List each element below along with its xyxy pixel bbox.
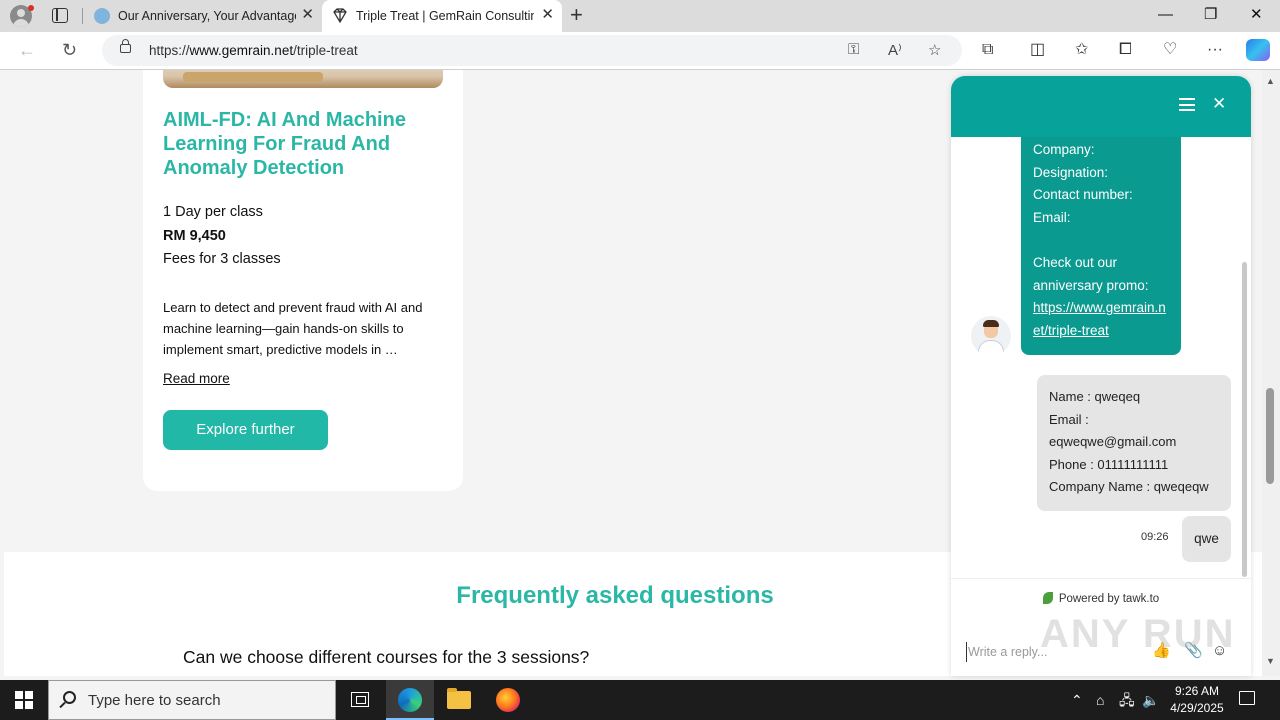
chat-header: ✕	[951, 76, 1251, 137]
agent-message-line: Designation:	[1033, 164, 1109, 180]
user-message-line: eqweqwe@gmail.com	[1049, 434, 1177, 450]
task-view-icon[interactable]	[351, 692, 369, 707]
windows-taskbar: Type here to search ⌃ ⌂ 🖧 🔈 9:26 AM 4/29…	[0, 680, 1280, 720]
promo-link[interactable]: https://www.gemrain.net/triple-treat	[1033, 297, 1169, 342]
course-price: RM 9,450	[163, 228, 226, 244]
agent-message-spacer	[1033, 229, 1169, 252]
tab-separator	[82, 8, 83, 24]
clock-time: 9:26 AM	[1174, 684, 1220, 698]
edge-taskbar-icon[interactable]	[386, 680, 434, 720]
refresh-icon[interactable]: ↻	[62, 40, 77, 60]
key-icon[interactable]: ⚿	[848, 41, 859, 58]
user-message-line: Email :	[1049, 411, 1089, 427]
performance-icon[interactable]: ♡	[1163, 41, 1177, 59]
tab-title: Our Anniversary, Your Advantage	[118, 9, 296, 23]
message-time: 09:26	[1141, 531, 1169, 543]
explore-further-button[interactable]: Explore further	[163, 410, 328, 450]
course-card: AIML-FD: AI And Machine Learning For Fra…	[143, 70, 463, 491]
taskbar-clock[interactable]: 9:26 AM 4/29/2025	[1160, 683, 1234, 717]
back-icon[interactable]: ←	[18, 40, 36, 60]
url-text[interactable]: https://www.gemrain.net/triple-treat	[149, 43, 358, 58]
scroll-up-icon[interactable]: ▲	[1266, 76, 1275, 86]
tray-chevron-icon[interactable]: ⌃	[1071, 690, 1083, 710]
network-icon[interactable]: 🖧	[1119, 690, 1135, 710]
read-more-link[interactable]: Read more	[163, 371, 230, 386]
profile-notification-dot	[28, 5, 34, 11]
taskbar-search-placeholder: Type here to search	[88, 692, 221, 709]
more-menu-icon[interactable]: ···	[1207, 41, 1223, 59]
browser-tab-bar: Our Anniversary, Your Advantage ✕ Triple…	[0, 0, 1280, 32]
user-details-message: Name : qweqeq Email : eqweqwe@gmail.com …	[1037, 375, 1231, 511]
watermark-logo: ANY RUN	[1040, 612, 1236, 656]
scroll-down-icon[interactable]: ▼	[1266, 656, 1275, 666]
tab-triple-treat[interactable]: Triple Treat | GemRain Consulting ✕	[322, 0, 562, 32]
collections-icon[interactable]: ⧠	[1119, 41, 1132, 59]
chat-widget: ✕ Company: Designation: Contact number: …	[951, 76, 1251, 676]
firefox-icon[interactable]	[484, 680, 532, 720]
minimize-icon[interactable]: —	[1158, 4, 1173, 26]
new-tab-icon[interactable]: +	[570, 4, 583, 26]
tab-title: Triple Treat | GemRain Consulting	[356, 9, 534, 23]
favorite-star-icon[interactable]: ☆	[928, 41, 941, 59]
tab-actions-icon[interactable]	[52, 8, 68, 23]
address-toolbar: ← ↻ https://www.gemrain.net/triple-treat…	[0, 32, 1280, 70]
restore-icon[interactable]: ❐	[1204, 4, 1217, 26]
extensions-icon[interactable]: ⧉	[982, 41, 993, 59]
user-message-line: Phone : 01111111111	[1049, 456, 1169, 472]
powered-by[interactable]: Powered by tawk.to	[951, 592, 1251, 605]
url-bar[interactable]: https://www.gemrain.net/triple-treat ⚿ A…	[102, 35, 962, 66]
scrollbar-thumb[interactable]	[1266, 388, 1274, 484]
course-description: Learn to detect and prevent fraud with A…	[163, 300, 423, 357]
agent-avatar	[971, 316, 1011, 356]
lock-icon[interactable]	[120, 39, 131, 53]
powered-by-text: Powered by tawk.to	[1058, 593, 1160, 605]
gemrain-favicon-icon	[333, 8, 347, 24]
search-icon	[63, 691, 76, 704]
tab-favicon-icon	[94, 8, 110, 24]
agent-message-line: Check out our anniversary promo:	[1033, 254, 1149, 293]
split-screen-icon[interactable]: ◫	[1030, 41, 1045, 59]
tab-anniversary[interactable]: Our Anniversary, Your Advantage ✕	[84, 0, 322, 32]
chat-divider	[951, 578, 1251, 579]
agent-message-line: Company:	[1033, 142, 1095, 157]
page-scrollbar[interactable]: ▲ ▼	[1262, 70, 1280, 676]
course-title[interactable]: AIML-FD: AI And Machine Learning For Fra…	[163, 108, 443, 180]
course-image	[163, 70, 443, 88]
volume-icon[interactable]: 🔈	[1142, 690, 1159, 710]
copilot-icon[interactable]	[1246, 39, 1270, 61]
user-message-line: Company Name : qweqeqw	[1049, 479, 1209, 495]
faq-question[interactable]: Can we choose different courses for the …	[183, 647, 589, 668]
agent-message-line: Email:	[1033, 209, 1071, 225]
read-aloud-icon[interactable]: A⁾	[888, 41, 902, 59]
close-tab-icon[interactable]: ✕	[301, 7, 314, 23]
user-message-line: Name : qweqeq	[1049, 389, 1141, 404]
agent-message: Company: Designation: Contact number: Em…	[1021, 137, 1181, 355]
course-duration: 1 Day per class	[163, 204, 263, 220]
user-short-message: qwe	[1182, 516, 1231, 562]
meet-icon[interactable]: ⌂	[1096, 690, 1104, 710]
close-window-icon[interactable]: ✕	[1250, 4, 1263, 26]
chat-scrollbar[interactable]	[1242, 262, 1247, 577]
course-fees-note: Fees for 3 classes	[163, 251, 281, 267]
file-explorer-icon[interactable]	[435, 680, 483, 720]
close-tab-icon[interactable]: ✕	[541, 7, 554, 23]
agent-message-line: Contact number:	[1033, 187, 1133, 203]
clock-date: 4/29/2025	[1170, 701, 1224, 715]
favorites-icon[interactable]: ✩	[1075, 41, 1088, 59]
notifications-icon[interactable]	[1239, 691, 1255, 705]
taskbar-search[interactable]: Type here to search	[48, 680, 336, 720]
chat-menu-icon[interactable]	[1179, 98, 1195, 111]
chat-close-icon[interactable]: ✕	[1212, 94, 1226, 114]
windows-start-icon[interactable]	[15, 691, 33, 709]
tawk-logo-icon	[1042, 592, 1053, 604]
